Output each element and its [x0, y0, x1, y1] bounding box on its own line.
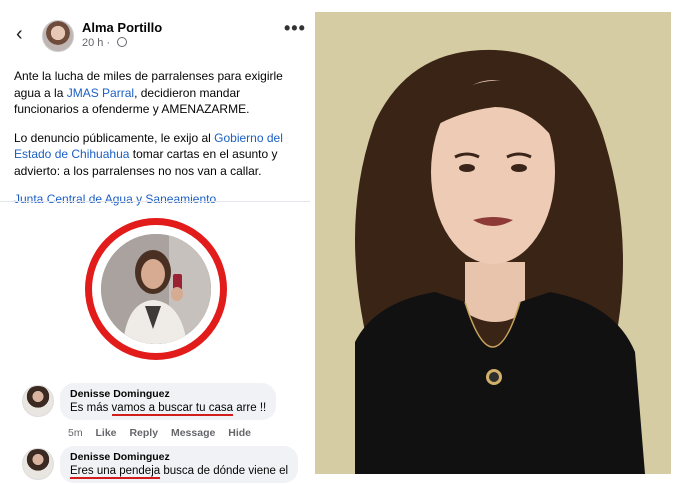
jmas-parral-link[interactable]: JMAS Parral: [67, 86, 134, 100]
junta-central-link[interactable]: Junta Central de Agua y Saneamiento: [14, 192, 216, 206]
commenter-name[interactable]: Denisse Dominguez: [70, 451, 288, 463]
comment-time: 5m: [68, 427, 83, 439]
comment-highlighted-text: vamos a buscar tu casa: [111, 402, 233, 416]
portrait-photo: [315, 12, 671, 474]
portrait-illustration: [315, 12, 671, 474]
divider: [0, 201, 310, 202]
facebook-post-screenshot: ‹ Alma Portillo 20 h · ••• Ante la lucha…: [0, 0, 310, 484]
post-meta: 20 h ·: [82, 37, 128, 49]
author-name[interactable]: Alma Portillo: [82, 20, 162, 35]
selfie-illustration: [101, 234, 211, 344]
author-avatar[interactable]: [42, 20, 74, 52]
post-paragraph-2: Lo denuncio públicamente, le exijo al Go…: [14, 130, 299, 180]
like-button[interactable]: Like: [96, 427, 117, 439]
comment-text: Es más vamos a buscar tu casa arre !!: [70, 402, 267, 416]
comment-text-part: arre !!: [233, 402, 267, 414]
dot-separator: ·: [106, 37, 111, 49]
back-icon[interactable]: ‹: [16, 24, 23, 44]
highlighted-profile-photo: [85, 218, 227, 360]
hide-button[interactable]: Hide: [228, 427, 251, 439]
commenter-avatar[interactable]: [22, 448, 54, 480]
post-header: ‹ Alma Portillo 20 h · •••: [0, 14, 310, 54]
comment-text: Eres una pendeja busca de dónde viene el: [70, 465, 289, 479]
commenter-name[interactable]: Denisse Dominguez: [70, 388, 266, 400]
more-options-icon[interactable]: •••: [284, 18, 306, 39]
profile-photo[interactable]: [101, 234, 211, 344]
comment-text-part: Es más: [70, 402, 112, 414]
comment-text-part: busca de dónde viene el: [160, 465, 289, 477]
post-tag: Junta Central de Agua y Saneamiento: [14, 191, 299, 208]
back-glyph: ‹: [16, 23, 23, 45]
comment-bubble: Denisse Dominguez Es más vamos a buscar …: [60, 383, 277, 420]
commenter-avatar[interactable]: [22, 385, 54, 417]
reply-button[interactable]: Reply: [129, 427, 158, 439]
message-button[interactable]: Message: [171, 427, 215, 439]
post-paragraph-1: Ante la lucha de miles de parralenses pa…: [14, 68, 299, 118]
comment-bubble: Denisse Dominguez Eres una pendeja busca…: [60, 446, 299, 483]
post-body: Ante la lucha de miles de parralenses pa…: [14, 68, 299, 220]
comment-highlighted-text: Eres una pendeja: [70, 465, 161, 479]
post-text: Lo denuncio públicamente, le exijo al: [14, 130, 215, 145]
post-time[interactable]: 20 h: [82, 37, 103, 49]
comment-actions: 5m Like Reply Message Hide: [68, 427, 261, 439]
globe-icon: [117, 37, 128, 47]
